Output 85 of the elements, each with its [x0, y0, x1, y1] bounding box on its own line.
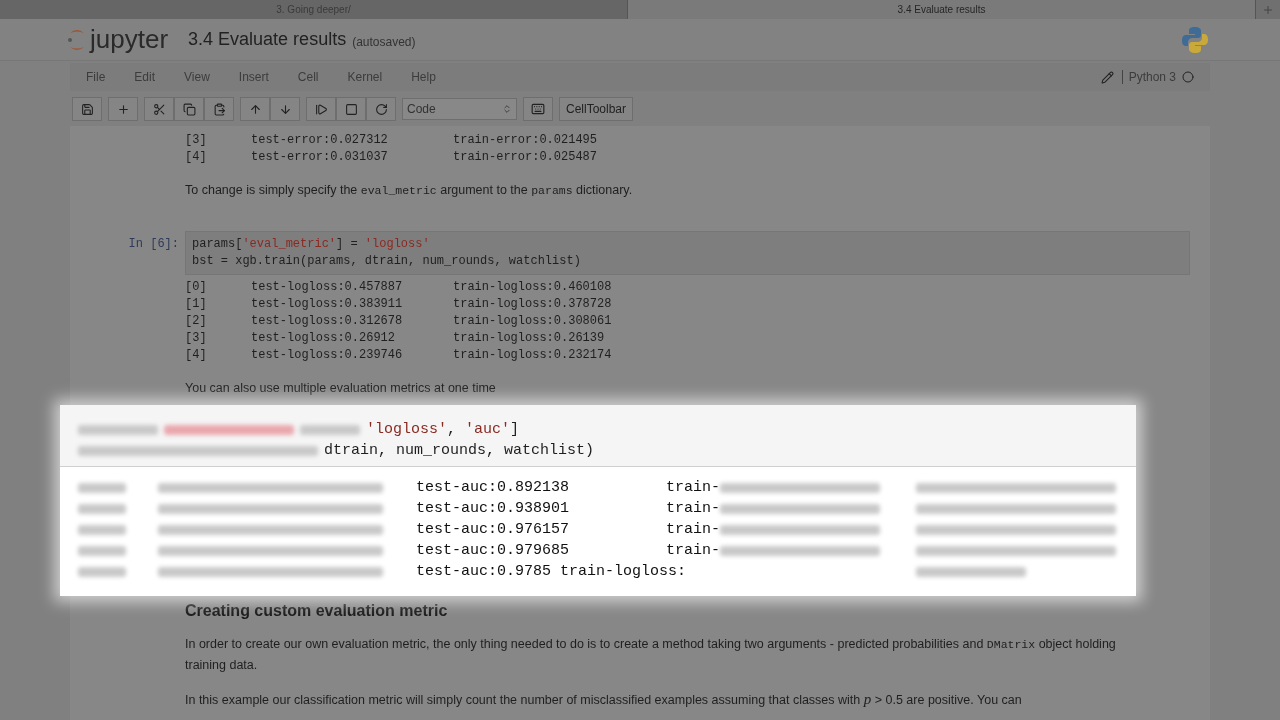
- output-text: [4]: [185, 149, 208, 166]
- output-text: [4]: [185, 347, 208, 364]
- output-text: test-logloss:0.239746: [251, 347, 404, 364]
- copy-icon: [182, 102, 196, 116]
- output-text: [2]: [185, 313, 208, 330]
- code-cell[interactable]: params['eval_metric'] = 'logloss' bst = xgb.train(params, dtrain, num_rounds, watchlist): [185, 231, 1190, 275]
- paste-button[interactable]: [204, 97, 234, 121]
- output-text: train-logloss:0.232174: [453, 347, 613, 364]
- output-text: test-auc:0.979685: [416, 541, 571, 561]
- output-text: test-auc:0.892138: [416, 478, 571, 498]
- notebook-title[interactable]: 3.4 Evaluate results: [188, 29, 347, 50]
- output-text: train-: [666, 499, 720, 519]
- output-text: test-logloss:0.312678: [251, 313, 404, 330]
- stop-icon: [344, 102, 358, 116]
- output-text: test-auc:0.938901: [416, 499, 571, 519]
- pencil-icon[interactable]: [1100, 70, 1114, 84]
- output-text: train-logloss:0.460108: [453, 279, 613, 296]
- output-text: test-error:0.027312: [251, 132, 389, 149]
- output-text: [3]: [185, 132, 208, 149]
- input-prompt: In [6]:: [127, 236, 180, 253]
- copy-button[interactable]: [174, 97, 204, 121]
- restart-button[interactable]: [366, 97, 396, 121]
- menu-item[interactable]: Edit: [134, 70, 156, 84]
- stop-button[interactable]: [336, 97, 366, 121]
- code-line: dtrain, num_rounds, watchlist): [324, 441, 595, 461]
- output-text: test-logloss:0.457887: [251, 279, 404, 296]
- output-text: test-logloss:0.383911: [251, 296, 404, 313]
- output-text: [1]: [185, 296, 208, 313]
- menu-item[interactable]: View: [184, 70, 210, 84]
- output-text: train-error:0.025487: [453, 149, 599, 166]
- output-text: train-logloss:0.308061: [453, 313, 613, 330]
- output-text: train-logloss:0.26139: [453, 330, 606, 347]
- blurred-text: [78, 566, 126, 577]
- blurred-text: [78, 482, 126, 493]
- menu-item[interactable]: Kernel: [347, 70, 383, 84]
- up-down-caret-icon: [502, 104, 512, 114]
- output-text: test-error:0.031037: [251, 149, 389, 166]
- blurred-text: [78, 545, 126, 556]
- arrow-up-icon: [248, 102, 262, 116]
- python-logo-icon: [1180, 24, 1210, 55]
- autosave-status: (autosaved): [352, 34, 416, 49]
- output-text: train-error:0.021495: [453, 132, 599, 149]
- blurred-text: [78, 524, 126, 535]
- keyboard-button[interactable]: [523, 97, 553, 121]
- output-text: [3]: [185, 330, 208, 347]
- output-text: test-logloss:0.26912: [251, 330, 397, 347]
- save-button[interactable]: [72, 97, 102, 121]
- code-line: 'logloss', 'auc']: [366, 420, 520, 440]
- scissors-button[interactable]: [144, 97, 174, 121]
- output-text: train-logloss:0.378728: [453, 296, 613, 313]
- paste-icon: [212, 102, 226, 116]
- step-forward-icon: [314, 102, 328, 116]
- arrow-up-button[interactable]: [240, 97, 270, 121]
- menu-item[interactable]: Insert: [238, 70, 269, 84]
- output-text: train-: [666, 520, 720, 540]
- arrow-down-button[interactable]: [270, 97, 300, 121]
- output-text: train-: [666, 478, 720, 498]
- markdown-paragraph: To change is simply specify the eval_metric argument to the params dictionary.: [185, 182, 634, 199]
- save-icon: [80, 102, 94, 116]
- menu-item[interactable]: File: [86, 70, 106, 84]
- markdown-paragraph: In order to create our own evaluation metric, the only thing needed to do is to create a method taking two arguments - predicted probabilities and DMatrix object holding training data.: [185, 636, 1117, 674]
- plus-button[interactable]: [108, 97, 138, 121]
- menu-item[interactable]: Help: [411, 70, 436, 84]
- cell-type-select[interactable]: Code: [402, 98, 517, 120]
- step-forward-button[interactable]: [306, 97, 336, 121]
- browser-tab[interactable]: 3.4 Evaluate results: [628, 0, 1256, 19]
- menu-item[interactable]: Cell: [297, 70, 319, 84]
- output-text: [0]: [185, 279, 208, 296]
- blurred-text: [78, 503, 126, 514]
- blurred-text: [300, 424, 360, 435]
- kernel-idle-icon: [1182, 71, 1194, 83]
- restart-icon: [374, 102, 388, 116]
- output-text: train-: [666, 541, 720, 561]
- celltoolbar-button[interactable]: CellToolbar: [559, 97, 634, 121]
- arrow-down-icon: [278, 102, 292, 116]
- markdown-paragraph: You can also use multiple evaluation metrics at one time: [185, 380, 497, 397]
- scissors-icon: [152, 102, 166, 116]
- jupyter-wordmark: jupyter: [90, 24, 169, 55]
- output-text: test-auc:0.976157: [416, 520, 571, 540]
- markdown-paragraph: In this example our classification metric will simply count the number of misclassified examples assuming that classes with p > 0.5 are positive. You can: [185, 690, 1023, 709]
- section-heading: Creating custom evaluation metric: [185, 602, 449, 620]
- output-text: test-auc:0.9785 train-logloss:: [416, 562, 688, 582]
- plus-icon: [116, 102, 130, 116]
- kernel-name: Python 3: [1121, 70, 1176, 84]
- keyboard-icon: [531, 102, 545, 116]
